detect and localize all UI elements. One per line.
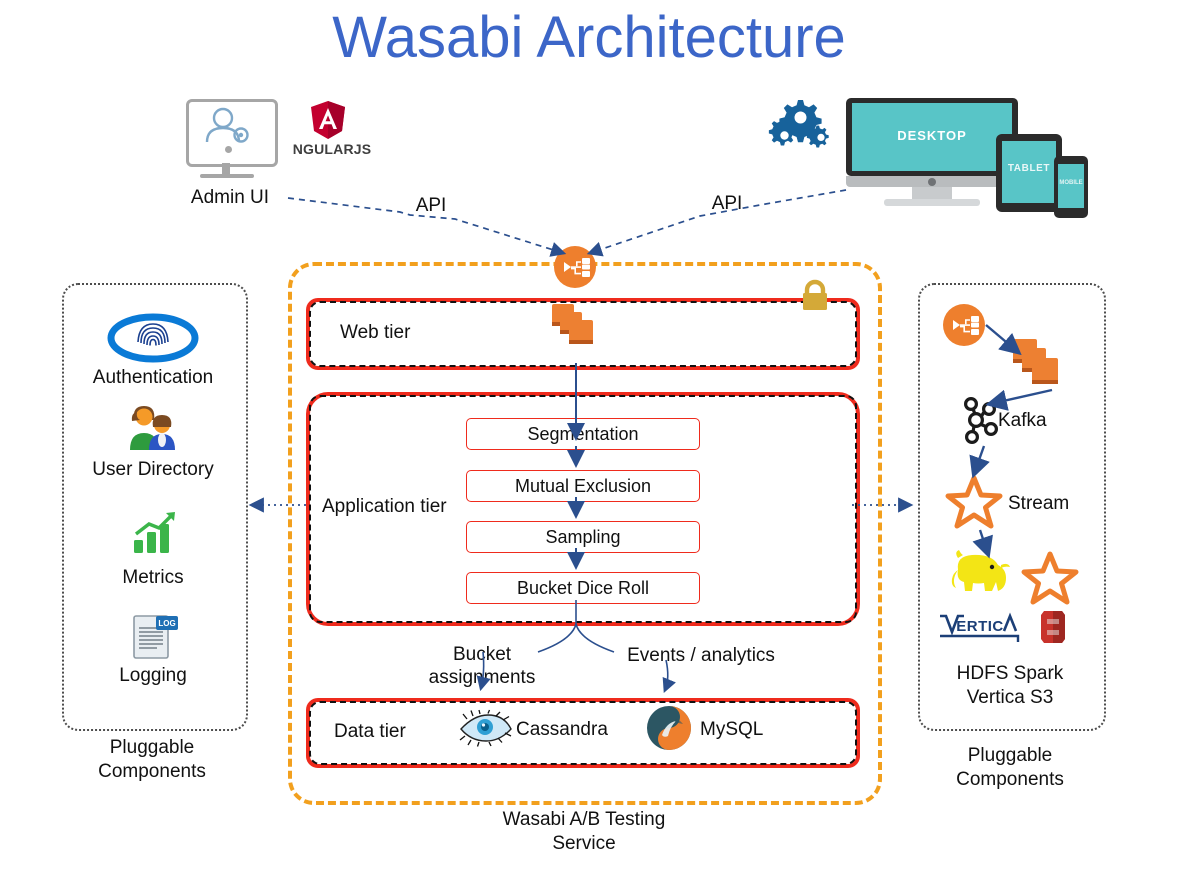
events-analytics-label: Events / analytics (627, 645, 775, 666)
kafka-label: Kafka (998, 410, 1047, 431)
logging-label: Logging (119, 665, 187, 686)
tablet-label: TABLET (1007, 163, 1051, 174)
vertica-icon: ERTIC (938, 612, 1020, 644)
step-bucket-dice-roll[interactable]: Bucket Dice Roll (466, 572, 700, 604)
wasabi-service-caption: Wasabi A/B Testing Service (404, 808, 764, 856)
s3-icon (1034, 608, 1072, 646)
mysql-dolphin-icon (646, 705, 692, 751)
application-tier-label: Application tier (322, 496, 447, 517)
desktop-foot (884, 199, 980, 206)
step-mutual-exclusion[interactable]: Mutual Exclusion (466, 470, 700, 502)
api-label-left: API (415, 195, 447, 216)
fingerprint-icon (107, 312, 199, 364)
api-label-right: API (711, 193, 743, 214)
apple-logo-dot (928, 178, 936, 186)
bucket-assignments-line1: Bucket (452, 644, 512, 665)
users-icon (126, 400, 184, 452)
right-caption-line1: Pluggable (967, 745, 1053, 766)
monitor-power-dot (225, 146, 232, 153)
right-caption-line2: Components (956, 768, 1064, 790)
bucket-assignments-line2: assignments (428, 666, 536, 688)
step-sampling[interactable]: Sampling (466, 521, 700, 553)
bucket-assignments-label: Bucket assignments (420, 644, 544, 690)
bar-chart-icon (132, 512, 178, 554)
left-caption-line1: Pluggable (109, 737, 195, 758)
wasabi-caption-line1: Wasabi A/B Testing (502, 809, 666, 830)
server-stack-icon (551, 303, 599, 347)
mobile-screen (1058, 164, 1084, 208)
desktop-label: DESKTOP (897, 128, 967, 143)
spark-star-icon (1021, 551, 1079, 606)
stream-star-icon (945, 475, 1003, 530)
angularjs-wordmark: NGULARJS (292, 141, 372, 157)
page-title: Wasabi Architecture (332, 5, 846, 70)
user-directory-label: User Directory (92, 459, 214, 480)
load-balancer-icon (942, 303, 986, 347)
authentication-label: Authentication (92, 367, 214, 388)
admin-monitor-icon (186, 99, 278, 167)
right-panel-caption: Pluggable Components (908, 744, 1112, 792)
left-panel-caption: Pluggable Components (52, 736, 252, 784)
stream-label: Stream (1008, 493, 1070, 514)
mobile-label: MOBILE (1059, 180, 1083, 186)
gears-icon (768, 98, 840, 160)
lock-icon (798, 278, 832, 312)
server-stack-icon (1012, 338, 1064, 386)
wasabi-caption-line2: Service (552, 832, 616, 854)
mysql-label: MySQL (700, 719, 764, 740)
stack-line1: HDFS Spark (956, 663, 1064, 684)
data-tier-label: Data tier (334, 721, 406, 742)
load-balancer-icon (553, 245, 597, 289)
svg-text:LOG: LOG (158, 619, 175, 628)
hadoop-elephant-icon (946, 548, 1012, 600)
log-document-icon: LOG (130, 612, 180, 662)
step-segmentation[interactable]: Segmentation (466, 418, 700, 450)
left-caption-line2: Components (98, 760, 206, 782)
application-tier-box: Application tier Segmentation Mutual Exc… (306, 392, 860, 626)
cassandra-label: Cassandra (516, 719, 608, 740)
monitor-base (200, 174, 254, 178)
cassandra-eye-icon (458, 709, 514, 747)
angularjs-shield-icon (310, 100, 346, 140)
metrics-label: Metrics (122, 567, 184, 588)
svg-text:ERTIC: ERTIC (956, 618, 1004, 635)
stack-line2: Vertica S3 (966, 686, 1054, 708)
right-panel-stack-label: HDFS Spark Vertica S3 (918, 662, 1102, 710)
web-tier-label: Web tier (340, 322, 411, 343)
admin-ui-label: Admin UI (190, 187, 270, 208)
